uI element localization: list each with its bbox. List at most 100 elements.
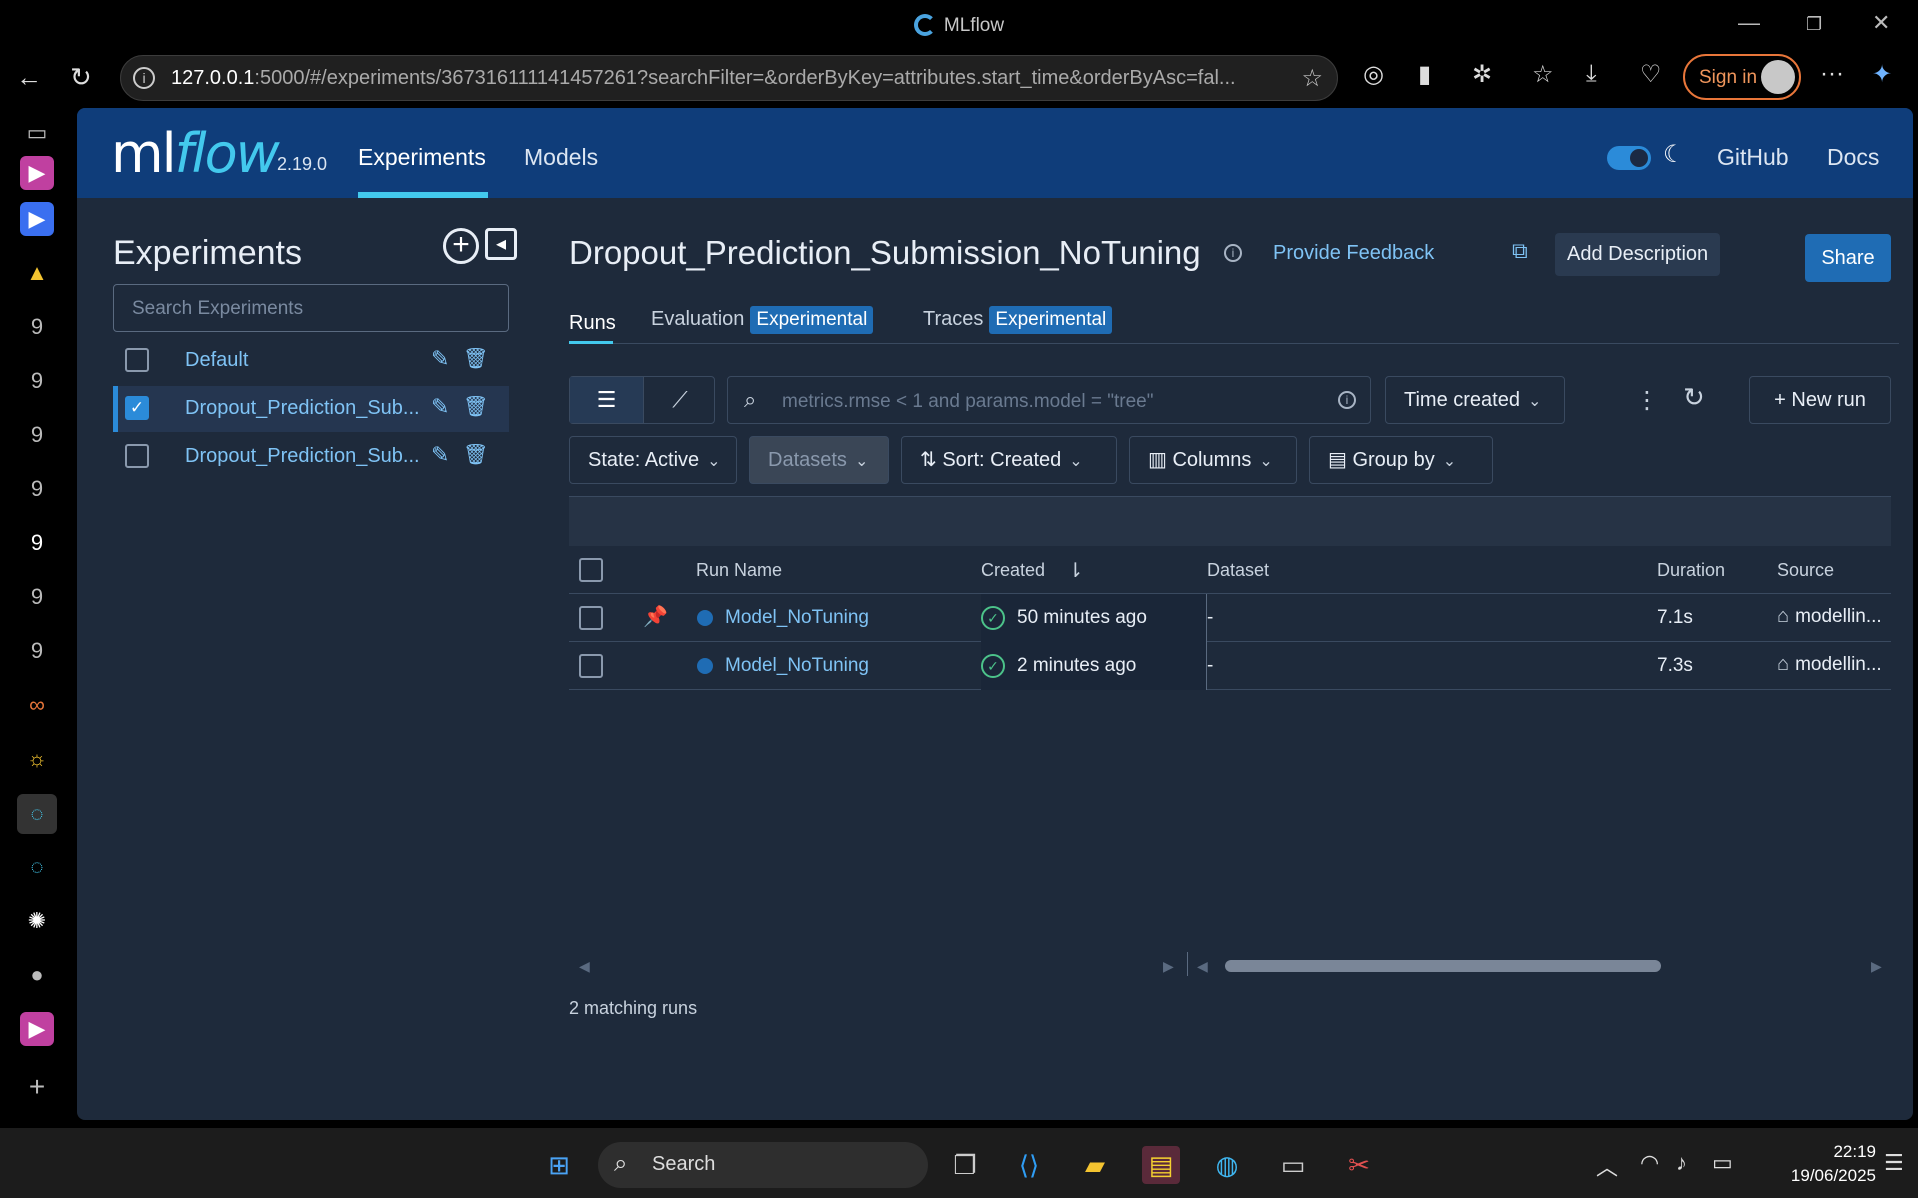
address-bar[interactable]: i 127.0.0.1:5000/#/experiments/367316111…	[120, 55, 1338, 101]
show-hidden-icons-icon[interactable]: ︿	[1596, 1150, 1618, 1182]
collections-icon[interactable]: ▮	[1418, 60, 1431, 89]
edit-icon[interactable]: ✎	[431, 346, 449, 372]
edit-icon[interactable]: ✎	[431, 442, 449, 468]
nav-experiments[interactable]: Experiments	[358, 144, 486, 171]
time-created-dropdown[interactable]: Time created ⌄	[1385, 376, 1565, 424]
datasets-filter-dropdown[interactable]: Datasets ⌄	[749, 436, 889, 484]
tab-traces[interactable]: Traces Experimental	[923, 306, 1113, 334]
column-header-duration[interactable]: Duration	[1657, 560, 1725, 581]
row-checkbox[interactable]	[579, 654, 603, 678]
delete-icon[interactable]: 🗑	[463, 394, 488, 419]
refresh-icon[interactable]: ↻	[1683, 382, 1705, 413]
column-header-run-name[interactable]: Run Name	[696, 560, 782, 581]
experiment-checkbox[interactable]	[125, 444, 149, 468]
column-header-created[interactable]: Created	[981, 560, 1045, 581]
file-explorer-icon[interactable]: ▰	[1076, 1146, 1114, 1184]
battery-icon[interactable]: ▭	[1712, 1150, 1733, 1176]
tab-runs[interactable]: Runs	[569, 312, 616, 335]
favorites-icon[interactable]: ☆	[1532, 60, 1554, 89]
favorite-star-icon[interactable]: ☆	[1301, 64, 1323, 93]
experiment-item[interactable]: Dropout_Prediction_Sub... ✎ 🗑	[113, 434, 509, 480]
info-icon[interactable]: i	[1224, 244, 1242, 262]
extensions-icon[interactable]: ✲	[1472, 60, 1492, 89]
experiment-checkbox[interactable]: ✓	[125, 396, 149, 420]
sign-in-button[interactable]: Sign in	[1683, 54, 1801, 100]
collapse-sidebar-icon[interactable]: ◂	[485, 228, 517, 260]
column-header-source[interactable]: Source	[1777, 560, 1834, 581]
run-name-link[interactable]: Model_NoTuning	[725, 655, 869, 677]
sidebar-app-icon[interactable]: 9	[20, 634, 54, 668]
reload-icon[interactable]: ↻	[70, 62, 92, 93]
restore-icon[interactable]: ❐	[1806, 14, 1822, 35]
source-cell[interactable]: ⌂ modellin...	[1777, 653, 1882, 676]
experiment-name[interactable]: Default	[185, 349, 248, 372]
scroll-left-icon[interactable]: ◀	[1197, 958, 1208, 975]
nav-models[interactable]: Models	[524, 144, 598, 171]
new-run-button[interactable]: + New run	[1749, 376, 1891, 424]
columns-dropdown[interactable]: ▥ Columns ⌄	[1129, 436, 1297, 484]
terminal-icon[interactable]: ▭	[1274, 1146, 1312, 1184]
downloads-icon[interactable]: ⤓	[1586, 60, 1597, 88]
share-button[interactable]: Share	[1805, 234, 1891, 282]
taskbar-search[interactable]: ⌕ Search	[598, 1142, 928, 1188]
sun-icon[interactable]: ☼	[20, 742, 54, 776]
infinity-icon[interactable]: ∞	[20, 688, 54, 722]
sidebar-app-icon[interactable]: 9	[20, 580, 54, 614]
edge-icon[interactable]: ◍	[1208, 1146, 1246, 1184]
mlflow-sidebar-icon[interactable]: ◌	[20, 850, 54, 884]
table-row[interactable]: 📌 Model_NoTuning ✓ 50 minutes ago - 7.1s…	[569, 594, 1891, 642]
docs-link[interactable]: Docs	[1827, 144, 1879, 171]
mlflow-sidebar-icon[interactable]: ◌	[17, 794, 57, 834]
state-filter-dropdown[interactable]: State: Active ⌄	[569, 436, 737, 484]
sidebar-app-icon[interactable]: ▶	[20, 156, 54, 190]
scroll-right-icon[interactable]: ▶	[1163, 958, 1174, 975]
mlflow-logo[interactable]: mlflow	[111, 122, 280, 185]
create-experiment-icon[interactable]: +	[443, 228, 479, 264]
horizontal-scrollbar[interactable]: ◀ ▶ ◀ ▶	[569, 952, 1891, 976]
vscode-icon[interactable]: ⟨⟩	[1010, 1146, 1048, 1184]
pin-icon[interactable]: 📌	[643, 604, 668, 629]
system-clock[interactable]: 22:19 19/06/2025	[1756, 1140, 1876, 1188]
kebab-menu-icon[interactable]: ⋮	[1635, 386, 1659, 415]
back-icon[interactable]: ←	[16, 62, 42, 93]
dark-mode-toggle[interactable]	[1607, 146, 1651, 170]
site-info-icon[interactable]: i	[133, 67, 155, 89]
delete-icon[interactable]: 🗑	[463, 346, 488, 371]
run-name-link[interactable]: Model_NoTuning	[725, 607, 869, 629]
source-cell[interactable]: ⌂ modellin...	[1777, 605, 1882, 628]
sidebar-app-icon[interactable]: 9	[20, 526, 54, 560]
sidebar-app-icon[interactable]: 9	[20, 364, 54, 398]
sidebar-app-icon[interactable]: ▶	[20, 202, 54, 236]
search-experiments-input[interactable]: Search Experiments	[113, 284, 509, 332]
openai-icon[interactable]: ✺	[20, 904, 54, 938]
group-by-dropdown[interactable]: ▤ Group by ⌄	[1309, 436, 1493, 484]
sort-dropdown[interactable]: ⇅ Sort: Created ⌄	[901, 436, 1117, 484]
experiment-checkbox[interactable]	[125, 348, 149, 372]
provide-feedback-link[interactable]: Provide Feedback	[1273, 242, 1434, 265]
delete-icon[interactable]: 🗑	[463, 442, 488, 467]
tracking-prevention-icon[interactable]: ◎	[1363, 60, 1384, 89]
snipping-tool-icon[interactable]: ✂	[1340, 1146, 1378, 1184]
add-description-button[interactable]: Add Description	[1555, 233, 1721, 276]
select-all-checkbox[interactable]	[579, 558, 603, 582]
experiment-item[interactable]: Default ✎ 🗑	[113, 338, 509, 384]
github-icon[interactable]: ●	[20, 958, 54, 992]
browser-essentials-icon[interactable]: ♡	[1640, 60, 1662, 89]
sidebar-app-icon[interactable]: 9	[20, 472, 54, 506]
sidebar-app-icon[interactable]: ▶	[20, 1012, 54, 1046]
sidebar-app-icon[interactable]: 9	[20, 418, 54, 452]
scroll-left-icon[interactable]: ◀	[579, 958, 590, 975]
windows-start-icon[interactable]: ⊞	[540, 1146, 578, 1184]
table-row[interactable]: Model_NoTuning ✓ 2 minutes ago - 7.3s ⌂ m…	[569, 642, 1891, 690]
sticky-notes-icon[interactable]: ▤	[1142, 1146, 1180, 1184]
external-link-icon[interactable]: ⧉	[1512, 238, 1528, 264]
task-view-icon[interactable]: ❐	[946, 1146, 984, 1184]
scroll-right-icon[interactable]: ▶	[1871, 958, 1882, 975]
sidebar-app-icon[interactable]: 9	[20, 310, 54, 344]
chart-view-icon[interactable]: ⟋	[643, 377, 716, 423]
column-header-dataset[interactable]: Dataset	[1207, 560, 1269, 581]
search-info-icon[interactable]: i	[1338, 391, 1356, 409]
close-window-icon[interactable]: ✕	[1872, 10, 1890, 36]
volume-icon[interactable]: ♪	[1676, 1150, 1687, 1176]
more-options-icon[interactable]: ···	[1820, 60, 1844, 88]
